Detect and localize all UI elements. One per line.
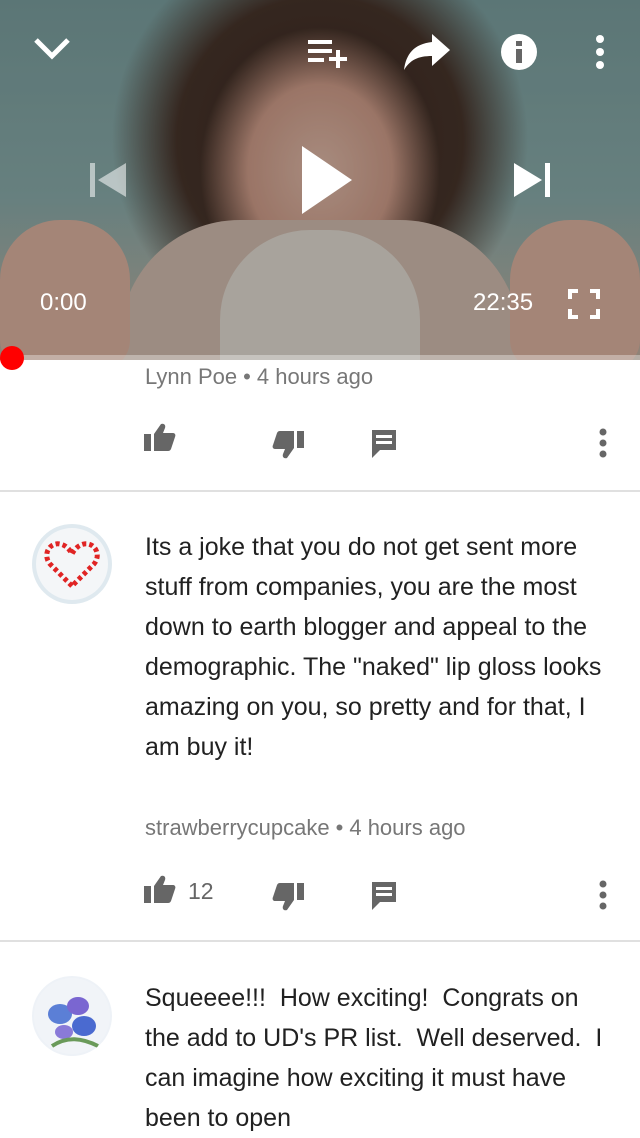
thumb-down-icon[interactable] xyxy=(272,430,304,460)
video-frame-shirt xyxy=(220,230,420,360)
fullscreen-icon[interactable] xyxy=(568,289,600,319)
avatar[interactable] xyxy=(32,976,112,1056)
share-icon[interactable] xyxy=(402,32,452,72)
comment-actions: 12 xyxy=(0,872,640,922)
add-to-playlist-icon[interactable] xyxy=(306,36,350,70)
thumb-up-icon[interactable] xyxy=(144,422,176,452)
play-icon[interactable] xyxy=(298,142,354,218)
next-icon[interactable] xyxy=(512,160,552,200)
comment-divider xyxy=(0,940,640,942)
thumb-down-icon[interactable] xyxy=(272,882,304,912)
duration: 22:35 xyxy=(473,289,534,316)
current-time: 0:00 xyxy=(40,289,87,316)
avatar[interactable] xyxy=(32,524,112,604)
comment-meta: Lynn Poe • 4 hours ago xyxy=(145,364,373,390)
comment-text: Its a joke that you do not get sent more… xyxy=(145,533,609,761)
comment-actions xyxy=(0,420,640,470)
reply-icon[interactable] xyxy=(370,428,398,458)
comment-time: 4 hours ago xyxy=(349,815,466,840)
comment-meta: strawberrycupcake • 4 hours ago xyxy=(145,815,466,841)
like-count: 12 xyxy=(188,878,214,904)
video-frame-sweater xyxy=(120,220,520,360)
comment-time: 4 hours ago xyxy=(256,364,374,389)
comment-more-icon[interactable] xyxy=(597,880,609,910)
progress-scrubber[interactable] xyxy=(0,346,24,370)
previous-icon[interactable] xyxy=(88,160,128,200)
comment-divider xyxy=(0,490,640,492)
reply-icon[interactable] xyxy=(370,880,398,910)
progress-bar[interactable] xyxy=(12,355,640,360)
info-icon[interactable] xyxy=(500,33,538,71)
meta-separator: • xyxy=(335,815,344,840)
more-vert-icon[interactable] xyxy=(592,34,608,70)
chevron-down-icon[interactable] xyxy=(32,34,72,64)
meta-separator: • xyxy=(243,364,251,389)
comment-author[interactable]: Lynn Poe xyxy=(145,364,237,389)
comment-text: Squeeee!!! How exciting! Congrats on the… xyxy=(145,984,610,1132)
thumb-up-icon[interactable] xyxy=(144,874,176,904)
comment-more-icon[interactable] xyxy=(597,428,609,458)
comment-author[interactable]: strawberrycupcake xyxy=(145,815,330,840)
